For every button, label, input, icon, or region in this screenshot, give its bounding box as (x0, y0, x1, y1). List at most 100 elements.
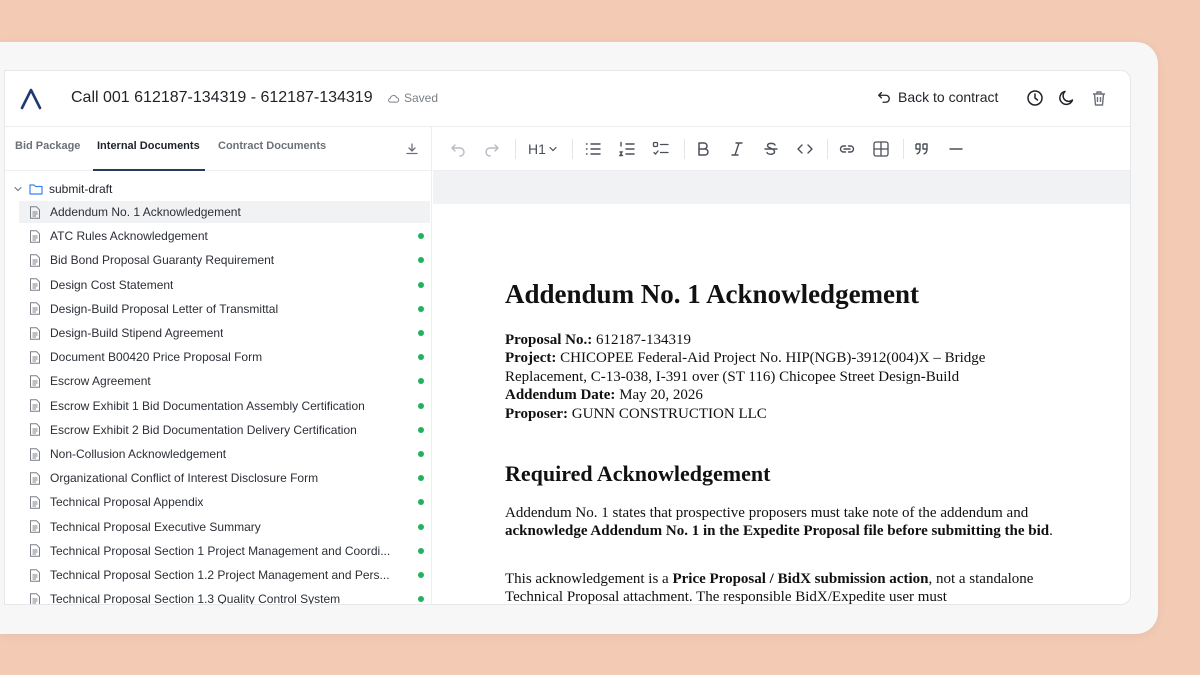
paragraph-2-bold: Price Proposal / BidX submission action (672, 571, 929, 587)
toolbar-separator (684, 139, 685, 159)
project-line: Project: CHICOPEE Federal-Aid Project No… (505, 349, 1065, 386)
quote-icon[interactable] (913, 140, 931, 158)
status-dot (418, 305, 424, 312)
file-item[interactable]: Escrow Exhibit 2 Bid Documentation Deliv… (19, 419, 430, 441)
document-icon (30, 375, 40, 388)
tab-contract-documents[interactable]: Contract Documents (218, 140, 326, 152)
back-to-contract-button[interactable]: Back to contract (877, 89, 998, 105)
status-dot (418, 596, 424, 603)
undo-icon[interactable] (449, 140, 467, 158)
app-logo-icon[interactable] (19, 87, 43, 111)
file-item[interactable]: Technical Proposal Appendix (19, 491, 430, 513)
file-item[interactable]: Technical Proposal Section 1 Project Man… (19, 540, 430, 562)
download-icon[interactable] (405, 142, 419, 156)
heading-dropdown[interactable]: H1 (528, 141, 558, 157)
proposer-value: GUNN CONSTRUCTION LLC (568, 405, 767, 422)
document-icon (30, 568, 40, 582)
bold-icon[interactable] (694, 140, 712, 158)
file-name: Escrow Agreement (50, 374, 151, 389)
file-item[interactable]: Non-Collusion Acknowledgement (19, 443, 430, 465)
file-name: Bid Bond Proposal Guaranty Requirement (50, 253, 275, 268)
file-item[interactable]: Design Cost Statement (19, 274, 430, 296)
status-dot (418, 330, 424, 336)
document-icon (30, 326, 40, 340)
document-tabs: Bid Package Internal Documents Contract … (5, 127, 431, 171)
moon-icon[interactable] (1058, 89, 1076, 107)
status-dot (418, 281, 424, 288)
active-tab-indicator (93, 169, 205, 171)
document-icon (30, 278, 40, 291)
addendum-date-value: May 20, 2026 (615, 387, 703, 404)
link-icon[interactable] (838, 140, 856, 158)
file-name: Design-Build Stipend Agreement (50, 326, 224, 340)
file-name: Organizational Conflict of Interest Disc… (50, 471, 319, 486)
file-item[interactable]: Document B00420 Price Proposal Form (19, 346, 430, 368)
proposal-no-label: Proposal No.: (505, 332, 593, 348)
status-dot (418, 547, 424, 554)
file-item[interactable]: Addendum No. 1 Acknowledgement (19, 201, 430, 223)
document-icon (30, 592, 40, 604)
addendum-date-label: Addendum Date: (505, 387, 616, 404)
folder-submit-draft[interactable]: submit-draft (13, 179, 112, 199)
cloud-icon (388, 94, 400, 103)
document-icon (30, 423, 40, 436)
document-title: Addendum No. 1 Acknowledgement (505, 279, 920, 309)
file-item[interactable]: Technical Proposal Section 1.3 Quality C… (19, 588, 430, 604)
code-icon[interactable] (796, 140, 814, 158)
file-name: Technical Proposal Executive Summary (50, 519, 261, 534)
app-header: Call 001 612187-134319 - 612187-134319 S… (5, 71, 1130, 127)
file-name: Technical Proposal Section 1 Project Man… (50, 543, 391, 558)
proposer-label: Proposer: (505, 405, 569, 422)
project-label: Project: (505, 350, 557, 367)
page-title: Call 001 612187-134319 - 612187-134319 (71, 89, 373, 106)
file-name: Design Cost Statement (50, 277, 174, 292)
tab-bid-package[interactable]: Bid Package (15, 140, 80, 152)
task-list-icon[interactable] (652, 140, 670, 158)
document-icon (30, 254, 40, 267)
file-item[interactable]: Escrow Exhibit 1 Bid Documentation Assem… (19, 395, 430, 417)
document-icon (30, 471, 40, 485)
back-label: Back to contract (898, 89, 999, 105)
history-icon[interactable] (1026, 89, 1044, 107)
paragraph-2-text: This acknowledgement is a (505, 571, 673, 587)
file-item[interactable]: Design-Build Proposal Letter of Transmit… (19, 298, 430, 320)
status-dot (418, 402, 424, 409)
editor-window: Call 001 612187-134319 - 612187-134319 S… (4, 70, 1131, 605)
table-icon[interactable] (872, 140, 890, 158)
toolbar-separator (903, 139, 904, 159)
file-item[interactable]: Escrow Agreement (19, 370, 430, 392)
addendum-date-line: Addendum Date: May 20, 2026 (505, 386, 1065, 404)
section-heading: Required Acknowledgement (505, 461, 771, 486)
file-item[interactable]: Technical Proposal Section 1.2 Project M… (19, 564, 430, 586)
toolbar-separator (572, 139, 573, 159)
file-item[interactable]: Bid Bond Proposal Guaranty Requirement (19, 249, 430, 271)
file-name: Design-Build Proposal Letter of Transmit… (50, 301, 279, 316)
project-value: CHICOPEE Federal-Aid Project No. HIP(NGB… (505, 350, 986, 385)
paragraph-2: This acknowledgement is a Price Proposal… (505, 570, 1061, 604)
tab-internal-documents[interactable]: Internal Documents (97, 140, 200, 152)
document-icon (30, 229, 40, 243)
file-item[interactable]: Design-Build Stipend Agreement (19, 322, 430, 344)
toolbar-separator (827, 139, 828, 159)
status-dot (418, 257, 424, 264)
status-dot (418, 572, 424, 578)
editor-toolbar: H1 (433, 127, 1130, 171)
file-item[interactable]: Technical Proposal Executive Summary (19, 516, 430, 538)
saved-status: Saved (387, 91, 438, 105)
redo-icon[interactable] (483, 140, 501, 158)
file-item[interactable]: ATC Rules Acknowledgement (19, 225, 430, 247)
paragraph-1: Addendum No. 1 states that prospective p… (505, 504, 1061, 541)
undo-arrow-icon (878, 91, 890, 103)
file-item[interactable]: Organizational Conflict of Interest Disc… (19, 467, 430, 489)
strikethrough-icon[interactable] (762, 140, 780, 158)
file-name: Document B00420 Price Proposal Form (50, 350, 263, 365)
bullet-list-icon[interactable] (584, 140, 602, 158)
chevron-down-icon[interactable] (13, 184, 23, 194)
trash-icon[interactable] (1090, 89, 1108, 107)
file-name: Non-Collusion Acknowledgement (50, 447, 227, 461)
status-dot (418, 499, 424, 506)
document-icon (30, 496, 40, 509)
horizontal-rule-icon[interactable] (947, 140, 965, 158)
italic-icon[interactable] (728, 140, 746, 158)
ordered-list-icon[interactable] (618, 140, 636, 158)
